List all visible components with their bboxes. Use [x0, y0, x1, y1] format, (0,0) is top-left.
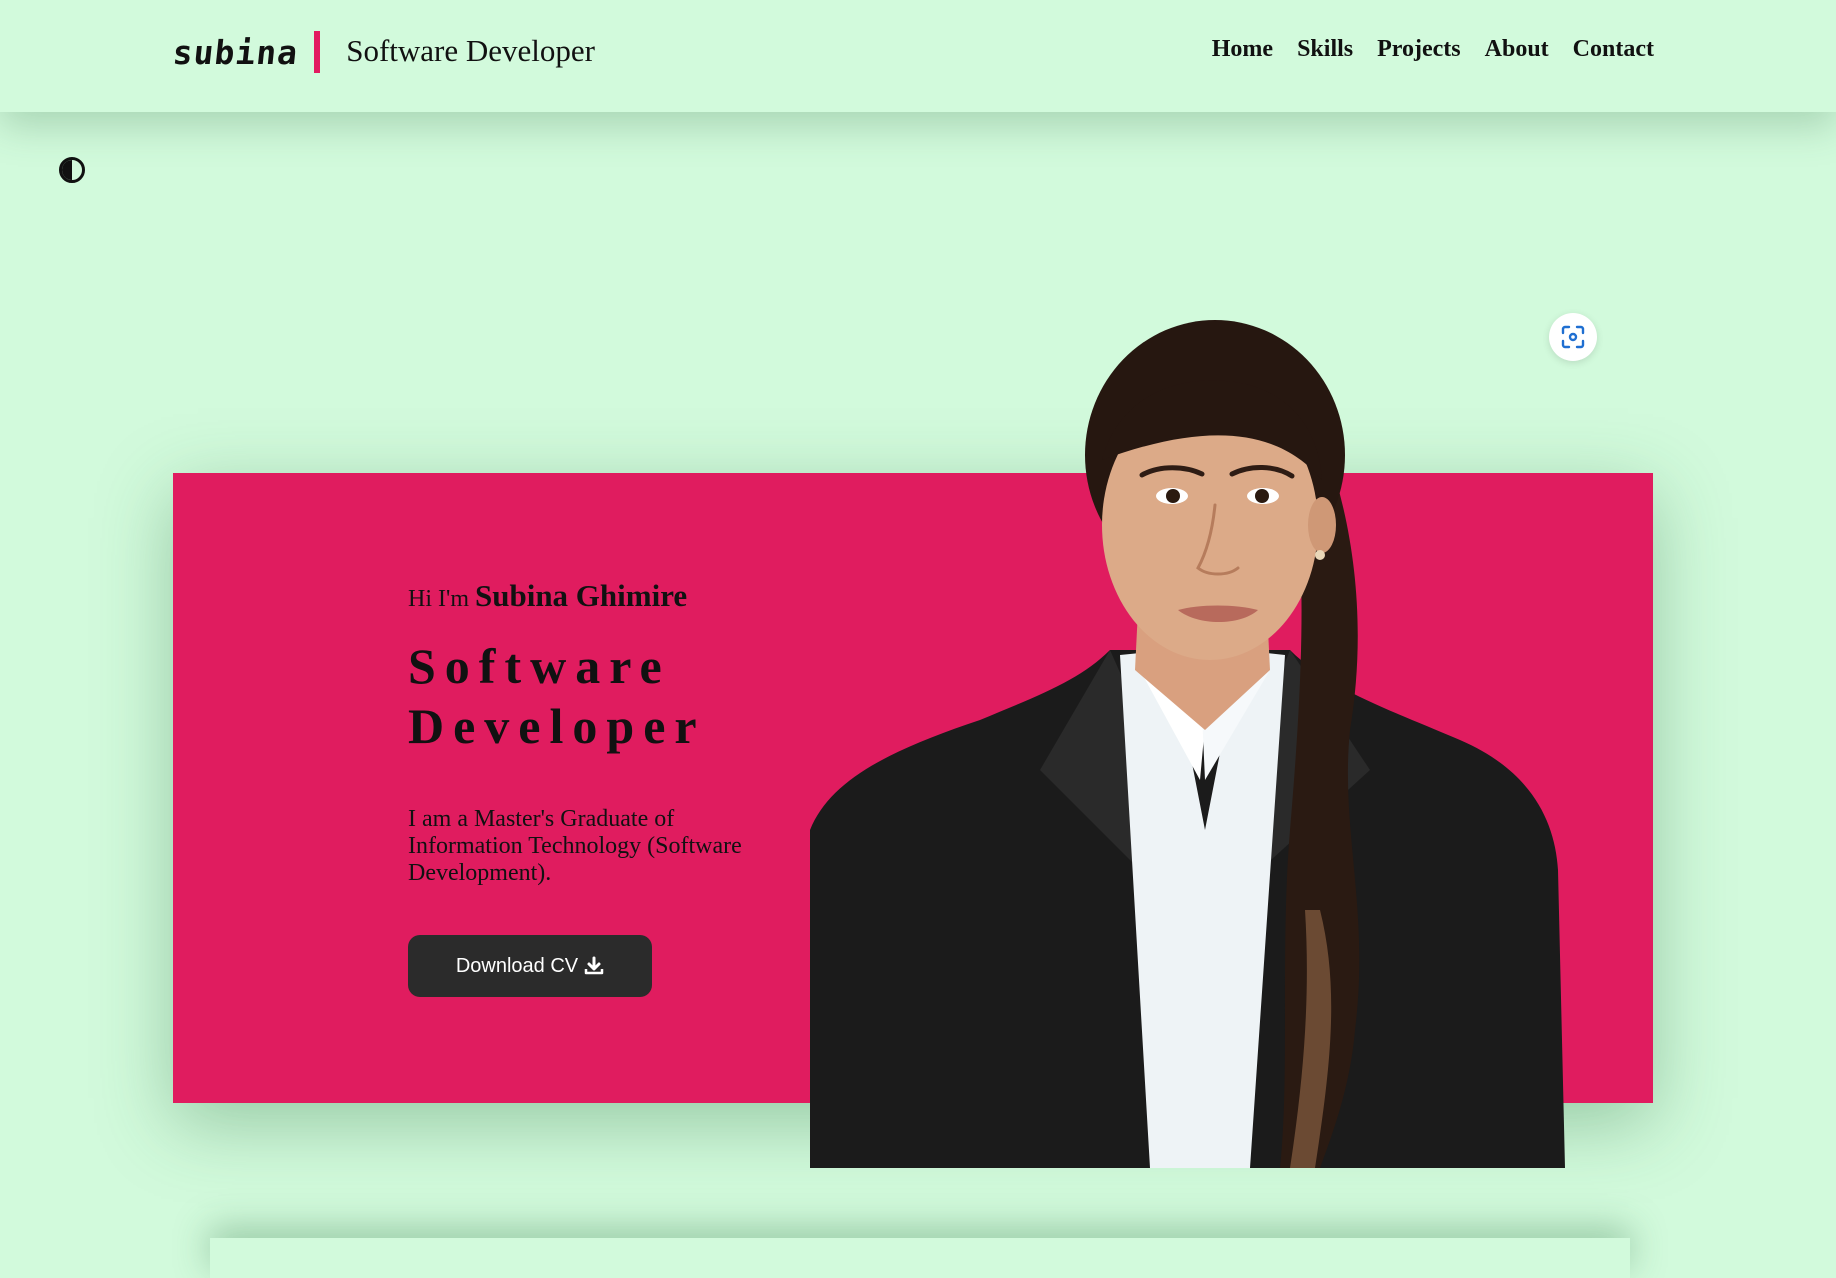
profile-photo [810, 320, 1565, 1168]
hero-text: Hi I'm Subina Ghimire Software Developer… [408, 578, 748, 887]
greeting: Hi I'm Subina Ghimire [408, 578, 748, 614]
hero-description: I am a Master's Graduate of Information … [408, 806, 742, 886]
nav-projects[interactable]: Projects [1377, 36, 1461, 63]
nav-home[interactable]: Home [1212, 36, 1273, 63]
contrast-icon[interactable] [59, 157, 85, 183]
header-role: Software Developer [346, 33, 595, 68]
nav-about[interactable]: About [1485, 36, 1549, 63]
nav-skills[interactable]: Skills [1297, 36, 1353, 63]
hero-title: Software Developer [408, 636, 748, 756]
nav-contact[interactable]: Contact [1573, 36, 1654, 63]
brand-divider [314, 31, 321, 73]
hero-name: Subina Ghimire [474, 578, 688, 613]
download-cv-button[interactable]: Download CV [408, 935, 652, 997]
hero-title-line1: Software [408, 638, 671, 694]
hero-title-line2: Developer [408, 698, 706, 754]
main-nav: Home Skills Projects About Contact [1212, 36, 1654, 63]
download-cv-label: Download CV [455, 954, 579, 977]
greeting-prefix: Hi I'm [408, 586, 469, 612]
brand[interactable]: subina Software Developer [171, 30, 595, 74]
logo[interactable]: subina [171, 33, 300, 72]
next-section-edge [210, 1238, 1630, 1278]
site-header: subina Software Developer Home Skills Pr… [0, 0, 1836, 112]
scan-icon [1561, 325, 1585, 349]
download-icon [584, 956, 604, 975]
scan-button[interactable] [1549, 313, 1597, 361]
